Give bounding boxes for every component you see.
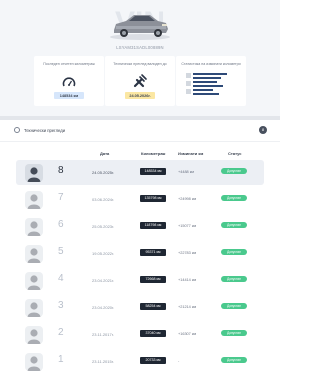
table-row[interactable]: 2 23.11.2017г. 37040 км +16307 км Допусн… <box>16 322 264 347</box>
row-number: 4 <box>58 273 64 284</box>
table-header: Дата Километраж Изминати км Статус <box>0 150 280 158</box>
table-row[interactable]: 8 24.05.2025г. 148534 км +4488 км Допусн… <box>16 160 264 185</box>
statistics-card[interactable]: Статистика на изминати километри <box>176 56 246 106</box>
car-image: VIN <box>96 2 184 42</box>
status-badge: Допуснат <box>221 222 247 228</box>
speedometer-icon <box>62 75 76 93</box>
mileage-badge: 135798 км <box>140 195 166 202</box>
inspections-count-badge: 8 <box>259 126 267 134</box>
mileage-badge: 58254 км <box>140 303 166 310</box>
inspector-avatar <box>25 299 43 317</box>
inspector-avatar <box>25 245 43 263</box>
column-header-distance: Изминати км <box>178 151 204 156</box>
mileage-badge: 37040 км <box>140 330 166 337</box>
status-badge: Допуснат <box>221 168 247 174</box>
row-number: 3 <box>58 300 64 311</box>
column-header-mileage: Километраж <box>141 151 166 156</box>
bar-stats-icon <box>186 73 236 104</box>
wrench-icon <box>132 73 148 94</box>
clock-icon <box>14 127 20 133</box>
status-badge: Допуснат <box>221 357 247 363</box>
table-row[interactable]: 7 03.06.2024г. 135798 км +24998 км Допус… <box>16 187 264 212</box>
row-date: 25.05.2023г. <box>92 224 115 229</box>
inspector-avatar <box>25 353 43 371</box>
row-date: 03.06.2024г. <box>92 197 115 202</box>
row-distance: +14414 км <box>178 278 197 282</box>
card-title: Последен отчетен километраж <box>43 62 95 66</box>
row-date: 23.11.2017г. <box>92 332 114 337</box>
row-date: 23.04.2020г. <box>92 305 115 310</box>
row-date: 23.04.2021г. <box>92 278 115 283</box>
mileage-badge: 95371 км <box>140 249 166 256</box>
row-distance: +15077 км <box>178 224 197 228</box>
row-number: 1 <box>58 354 64 365</box>
table-row[interactable]: 1 23.11.2015г. 20733 км - Допуснат <box>16 349 264 374</box>
inspector-avatar <box>25 164 43 182</box>
status-badge: Допуснат <box>221 303 247 309</box>
row-distance: - <box>178 359 180 363</box>
status-badge: Допуснат <box>221 249 247 255</box>
row-number: 8 <box>58 165 64 176</box>
mileage-badge: 118798 км <box>140 222 166 229</box>
section-title: Технически прегледи <box>24 128 66 133</box>
card-title: Технически преглед валиден до <box>113 62 167 66</box>
table-row[interactable]: 3 23.04.2020г. 58254 км +21214 км Допусн… <box>16 295 264 320</box>
inspector-avatar <box>25 326 43 344</box>
table-row[interactable]: 5 19.05.2022г. 95371 км +22783 км Допусн… <box>16 241 264 266</box>
row-date: 19.05.2022г. <box>92 251 115 256</box>
mileage-badge: 20733 км <box>140 357 166 364</box>
row-distance: +16307 км <box>178 332 197 336</box>
row-number: 5 <box>58 246 64 257</box>
mileage-badge: 148534 км <box>140 168 166 175</box>
inspector-avatar <box>25 191 43 209</box>
row-number: 2 <box>58 327 64 338</box>
row-date: 23.11.2015г. <box>92 359 114 364</box>
vehicle-hero: VIN LSYAM31SADL00889N <box>0 0 280 56</box>
row-number: 6 <box>58 219 64 230</box>
row-distance: +24998 км <box>178 197 197 201</box>
column-header-date: Дата <box>100 151 110 156</box>
row-distance: +22783 км <box>178 251 197 255</box>
table-row[interactable]: 4 23.04.2021г. 72668 км +14414 км Допусн… <box>16 268 264 293</box>
inspection-card: Технически преглед валиден до 24.05.2026… <box>105 56 175 106</box>
mileage-card: Последен отчетен километраж 148534 км <box>34 56 104 106</box>
status-badge: Допуснат <box>221 195 247 201</box>
row-distance: +4488 км <box>178 170 194 174</box>
card-value: 24.05.2026г. <box>129 94 151 98</box>
row-date: 24.05.2025г. <box>92 170 115 175</box>
vin-number: LSYAM31SADL00889N <box>116 45 164 50</box>
inspector-avatar <box>25 218 43 236</box>
inspector-avatar <box>25 272 43 290</box>
row-number: 7 <box>58 192 64 203</box>
card-title: Статистика на изминати километри <box>181 62 241 66</box>
status-badge: Допуснат <box>221 276 247 282</box>
table-row[interactable]: 6 25.05.2023г. 118798 км +15077 км Допус… <box>16 214 264 239</box>
status-badge: Допуснат <box>221 330 247 336</box>
summary-cards: Последен отчетен километраж 148534 км Те… <box>0 56 280 106</box>
row-distance: +21214 км <box>178 305 197 309</box>
column-header-status: Статус <box>228 151 242 156</box>
mileage-badge: 72668 км <box>140 276 166 283</box>
inspections-header[interactable]: Технически прегледи 8 <box>0 120 280 142</box>
card-value: 148534 км <box>59 94 79 98</box>
